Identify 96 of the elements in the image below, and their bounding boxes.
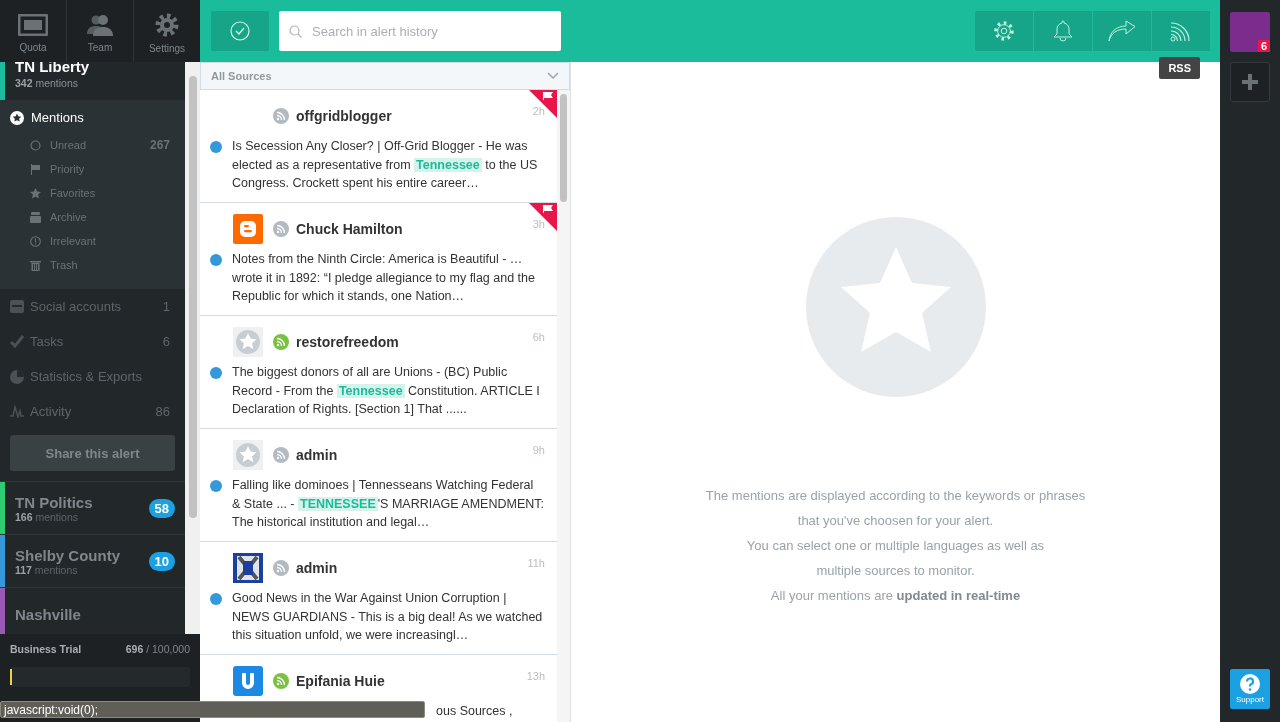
submenu-item[interactable]: Unread 267 [0,133,185,157]
timestamp: 11h [527,557,545,569]
timestamp: 9h [532,444,545,456]
mention-snippet: The biggest donors of all are Unions - (BC) Public Record - From the Tennessee Constitution. ARTICLE I Declaration of Rights. [Section 1] That ...... [232,364,541,418]
nav-tab[interactable]: Settings [134,0,200,62]
pulse-icon [10,405,24,418]
alert-icon [30,235,41,247]
add-button[interactable] [1230,62,1270,102]
help-text: The mentions are displayed according to the keywords or phrases [705,487,1086,505]
menu-item[interactable]: Statistics & Exports [0,359,185,394]
chevron-icon [547,72,559,80]
letter-u-icon [233,666,263,696]
archive-icon [30,211,41,223]
usage-count: 696 / 100,000 [125,643,190,655]
mention-count: 117 mentions [15,563,78,576]
mention-snippet: Notes from the Ninth Circle: America is Beautiful - … wrote it in 1892: “I pledge allegiance to my flag and the Republic for which it stands, one Nation… [232,251,536,305]
author-name: Epifania Huie [296,673,386,689]
settings-icon [993,20,1015,42]
flag-icon [30,163,41,175]
settings-button[interactable] [975,11,1033,51]
timestamp: 3h [532,218,545,230]
inbox-icon [10,300,24,313]
menu-item[interactable]: Social accounts 1 [0,289,185,324]
support-button[interactable]: Support [1230,669,1270,709]
timestamp: 2h [532,105,545,117]
scrollbar[interactable] [557,90,570,722]
rss-icon [1170,20,1192,42]
menu-item[interactable]: Activity 86 [0,394,185,429]
alert-name: TN Politics [15,493,94,511]
timestamp: 6h [532,331,545,343]
mention-count: 342 mentions [15,77,80,89]
count-badge: 10 [148,551,175,571]
star-avatar-icon [233,440,263,470]
alert-item[interactable]: Shelby County 117 mentions 10 [0,535,185,588]
people-icon [85,13,115,36]
source-dropdown[interactable]: All Sources [200,62,570,90]
circle-icon [30,139,41,151]
plus-icon [1242,74,1258,90]
mark-read-button[interactable] [211,11,269,51]
author-name: offgridblogger [296,108,393,124]
submenu-item[interactable]: Favorites [0,181,185,205]
mention-snippet: Good News in the War Against Union Corruption | NEWS GUARDIANS - This is a big deal! As we watched this situation unfold, we were increasingl… [232,590,544,644]
menu-item[interactable]: Tasks 6 [0,324,185,359]
help-text: All your mentions are updated in real-time [770,587,1021,605]
arrow-icon [1108,20,1136,42]
author-name: admin [296,447,339,463]
mention-count: 166 mentions [15,510,80,523]
author-name: admin [296,560,339,576]
help-icon [1240,674,1260,694]
profile-photo-placeholder[interactable]: 6 [1230,12,1270,52]
mention-item[interactable]: admin 11h Good News in the War Against Union Corruption | NEWS GUARDIANS - This is a big deal! As we watched this situation unfold, we were increasingl… [200,542,557,655]
star-icon [10,110,24,125]
alert-name: Nashville [15,605,82,623]
mention-item[interactable]: Chuck Hamilton 3h Notes from the Ninth Circle: America is Beautiful - … wrote it in 1892: “I pledge allegiance to my flag and the Republic for which it stands, one Nation… [200,203,557,316]
pie-chart-icon [10,369,24,384]
status-bar: javascript:void(0); [0,701,425,718]
author-name: Chuck Hamilton [296,221,404,237]
search-field[interactable]: Search in alert history [279,11,561,51]
submenu-item[interactable]: Priority [0,157,185,181]
submenu-item[interactable]: Irrelevant [0,229,185,253]
submenu-item[interactable]: Archive [0,205,185,229]
plan-name: Business Trial [10,643,82,655]
settings-icon [155,12,179,37]
alert-item[interactable]: TN Politics 166 mentions 58 [0,482,185,535]
mention-item[interactable]: offgridblogger 2h Is Secession Any Closer? | Off-Grid Blogger - He was elected as a representative from Tennessee to the US Congress. Crockett spent his entire career… [200,90,557,203]
share-button[interactable]: Share this alert [10,435,175,471]
timestamp: 13h [526,670,545,682]
submenu-item[interactable]: Trash [0,253,185,277]
check-circle-icon [230,21,250,41]
notifications-button[interactable] [1034,11,1092,51]
nav-tab[interactable]: Quota [0,0,67,62]
star-icon [30,187,41,199]
mention-snippet: Is Secession Any Closer? | Off-Grid Blogger - He was elected as a representative from Tennessee to the US Congress. Crockett spent his entire career… [232,138,539,192]
rss-button[interactable] [1152,11,1210,51]
help-text: You can select one or multiple languages as well as [746,537,1045,555]
author-name: restorefreedom [296,334,400,350]
trash-icon [30,259,41,271]
bell-icon [1052,19,1074,43]
notification-badge: 6 [1257,40,1270,52]
blog-logo-icon [233,214,263,244]
help-text: that you've choosen for your alert. [797,512,994,530]
mention-snippet: ous Sources , [436,703,513,720]
share-button[interactable] [1093,11,1151,51]
mention-item[interactable]: restorefreedom 6h The biggest donors of all are Unions - (BC) Public Record - From the Tennessee Constitution. ARTICLE I Declaration of Rights. [Section 1] That ...... [200,316,557,429]
tooltip: RSS [1159,57,1200,79]
scrollbar[interactable] [185,62,200,634]
mentions-item[interactable]: Mentions [0,108,185,133]
help-text: multiple sources to monitor. [816,562,975,580]
star-avatar-icon [233,327,263,357]
check-icon [10,335,24,348]
mention-snippet: Falling like dominoes | Tennesseans Watching Federal & State ... - TENNESSEE'S MARRIAGE AMENDMENT: The historical institution and legal… [232,477,545,531]
count-badge: 58 [148,498,175,518]
shield-logo-icon [233,553,263,583]
mention-item[interactable]: admin 9h Falling like dominoes | Tennesseans Watching Federal & State ... - TENNESSEE'S MARRIAGE AMENDMENT: The historical institution and legal… [200,429,557,542]
monitor-icon [18,13,48,36]
alert-name: Shelby County [15,546,121,564]
